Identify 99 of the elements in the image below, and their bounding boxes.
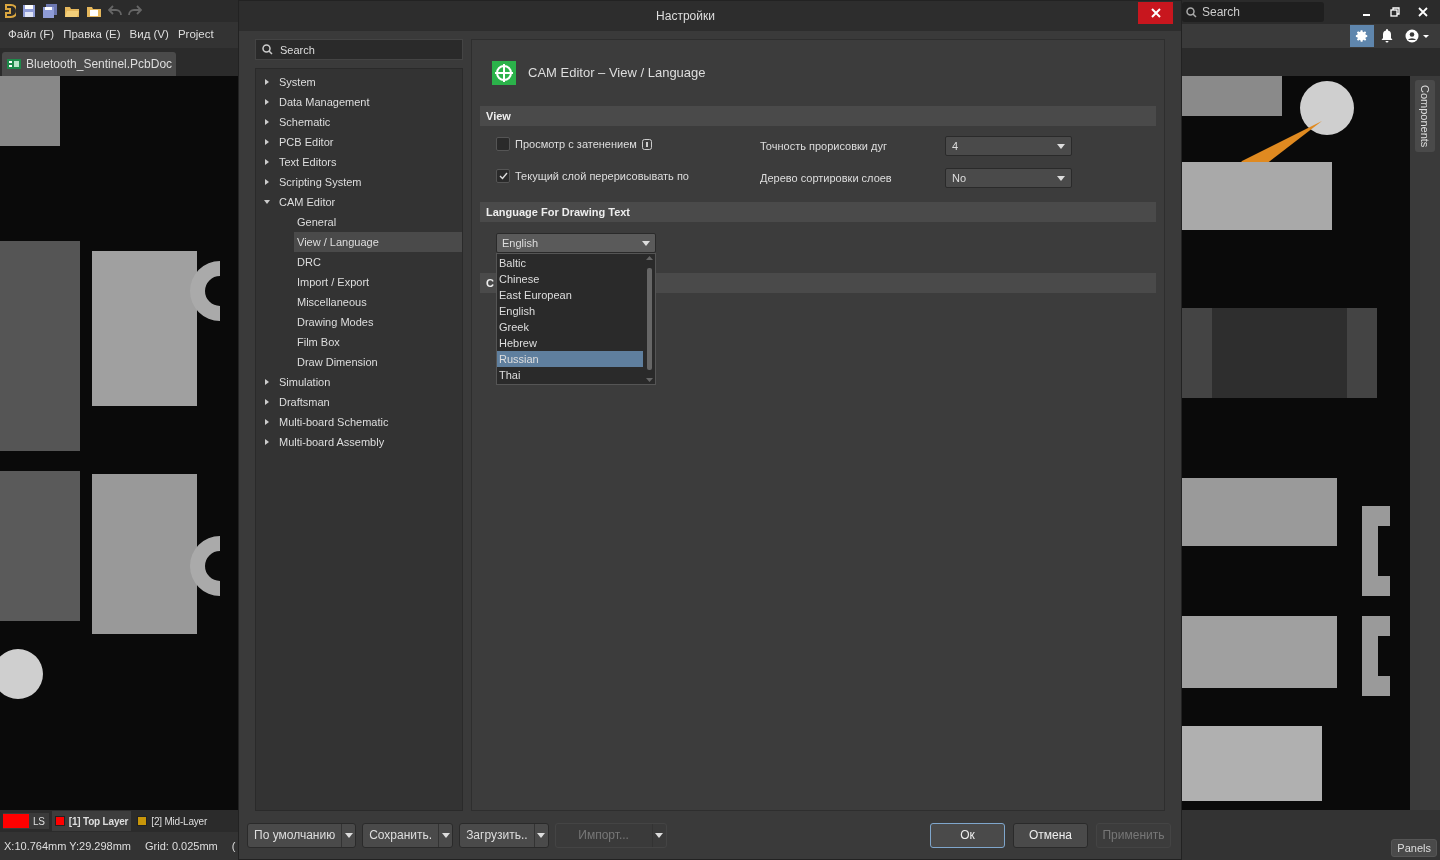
redo-icon[interactable] xyxy=(128,5,142,17)
caret-icon xyxy=(537,832,546,838)
scrollbar[interactable] xyxy=(643,254,655,384)
collapsed-arrow-icon[interactable] xyxy=(264,419,270,425)
save-all-icon[interactable] xyxy=(42,4,58,18)
dropdown-option[interactable]: East European xyxy=(497,287,643,303)
save-icon[interactable] xyxy=(22,4,36,18)
tree-item[interactable]: Text Editors xyxy=(256,152,462,172)
section-header: Language For Drawing Text xyxy=(480,202,1156,222)
menu-item[interactable]: Project xyxy=(177,26,214,44)
scroll-down-icon[interactable] xyxy=(645,376,653,384)
caret-icon xyxy=(1057,143,1065,149)
dropdown-option[interactable]: English xyxy=(497,303,643,319)
caret-icon xyxy=(642,240,650,246)
dropdown-option[interactable]: Baltic xyxy=(497,255,643,271)
crosshair-icon xyxy=(492,61,516,85)
language-dropdown[interactable]: English xyxy=(496,233,656,253)
restore-icon[interactable] xyxy=(1390,7,1400,17)
close-icon[interactable] xyxy=(1418,7,1428,17)
collapsed-arrow-icon[interactable] xyxy=(264,159,270,165)
checkbox[interactable] xyxy=(496,169,510,183)
undo-icon[interactable] xyxy=(108,5,122,17)
bell-icon xyxy=(1381,29,1393,43)
window-title: Настройки xyxy=(655,8,716,25)
collapsed-arrow-icon[interactable] xyxy=(264,179,270,185)
status-text: Grid: 0.025mm xyxy=(145,838,218,854)
collapsed-arrow-icon[interactable] xyxy=(264,399,270,405)
collapsed-arrow-icon[interactable] xyxy=(264,379,270,385)
tree-item[interactable]: Simulation xyxy=(256,372,462,392)
collapsed-arrow-icon[interactable] xyxy=(264,79,270,85)
tree-item[interactable]: Drawing Modes xyxy=(294,312,462,332)
split-button[interactable]: По умолчанию xyxy=(247,822,357,848)
caret-icon xyxy=(655,832,664,838)
tree-item[interactable]: Draftsman xyxy=(256,392,462,412)
dropdown-option[interactable]: Hebrew xyxy=(497,335,643,351)
tree-item[interactable]: Schematic xyxy=(256,112,462,132)
dropdown[interactable]: 4 xyxy=(945,136,1072,156)
tree-item[interactable]: CAM Editor xyxy=(256,192,462,212)
status-text: ( xyxy=(231,838,236,854)
section-header: View xyxy=(480,106,1156,126)
tree-item[interactable]: Data Management xyxy=(256,92,462,112)
close-button[interactable] xyxy=(1138,2,1173,24)
menu-item[interactable]: Правка (E) xyxy=(63,26,121,44)
folder-icon[interactable] xyxy=(86,4,102,18)
tree-item[interactable]: System xyxy=(256,72,462,92)
settings-icon xyxy=(1355,29,1369,43)
layer-set-tab[interactable]: LS xyxy=(3,813,49,829)
tree-item[interactable]: Import / Export xyxy=(294,272,462,292)
dropdown-option[interactable]: Greek xyxy=(497,319,643,335)
search-field[interactable]: Search xyxy=(1182,2,1324,22)
dropdown[interactable]: No xyxy=(945,168,1072,188)
pcb-document-icon xyxy=(6,58,22,70)
page-title: CAM Editor – View / Language xyxy=(528,64,706,83)
document-tab[interactable]: Bluetooth_Sentinel.PcbDoc xyxy=(2,52,177,76)
info-icon xyxy=(641,138,652,150)
field-label: Дерево сортировки слоев xyxy=(760,170,893,186)
checkbox-label: Просмотр с затенением xyxy=(515,136,637,152)
tree-item[interactable]: View / Language xyxy=(294,232,462,252)
dialog-button[interactable]: Ок xyxy=(930,822,1005,848)
caret-icon xyxy=(344,832,353,838)
user-icon xyxy=(1405,29,1429,43)
collapsed-arrow-icon[interactable] xyxy=(264,139,270,145)
status-text: X:10.764mm Y:29.298mm xyxy=(4,838,131,854)
logo-icon xyxy=(4,4,16,18)
dialog-button[interactable]: Отмена xyxy=(1013,822,1088,848)
dropdown-option[interactable]: Thai xyxy=(497,367,643,383)
collapsed-arrow-icon[interactable] xyxy=(264,119,270,125)
tree-item[interactable]: General xyxy=(294,212,462,232)
search-field[interactable]: Search xyxy=(255,39,463,60)
tree-item[interactable]: PCB Editor xyxy=(256,132,462,152)
checkbox-label: Текущий слой перерисовывать по xyxy=(515,168,689,184)
search-icon xyxy=(1186,7,1197,18)
panels-button[interactable]: Panels xyxy=(1391,839,1437,857)
split-button[interactable]: Загрузить.. xyxy=(459,822,549,848)
tree-item[interactable]: Miscellaneous xyxy=(294,292,462,312)
search-icon xyxy=(262,44,273,55)
side-panel-tab[interactable]: Components xyxy=(1415,80,1435,152)
layer-tab[interactable]: [2] Mid-Layer xyxy=(134,811,211,831)
tree-item[interactable]: DRC xyxy=(294,252,462,272)
tree-item[interactable]: Film Box xyxy=(294,332,462,352)
collapsed-arrow-icon[interactable] xyxy=(264,439,270,445)
section-header: C xyxy=(486,275,494,291)
tree-item[interactable]: Scripting System xyxy=(256,172,462,192)
dropdown-option[interactable]: Chinese xyxy=(497,271,643,287)
close-icon xyxy=(1150,8,1161,18)
checkbox[interactable] xyxy=(496,137,510,151)
expanded-arrow-icon[interactable] xyxy=(264,199,270,205)
field-label: Точность прорисовки дуг xyxy=(760,138,888,154)
tree-item[interactable]: Multi-board Schematic xyxy=(256,412,462,432)
collapsed-arrow-icon[interactable] xyxy=(264,99,270,105)
tree-item[interactable]: Draw Dimension xyxy=(294,352,462,372)
layer-tab[interactable]: [1] Top Layer xyxy=(51,811,132,831)
menu-item[interactable]: Файл (F) xyxy=(8,26,55,44)
menu-item[interactable]: Вид (V) xyxy=(129,26,169,44)
split-button[interactable]: Сохранить. xyxy=(362,822,454,848)
caret-icon xyxy=(441,832,450,838)
caret-icon xyxy=(1057,175,1065,181)
folder-icon[interactable] xyxy=(64,4,80,18)
tree-item[interactable]: Multi-board Assembly xyxy=(256,432,462,452)
